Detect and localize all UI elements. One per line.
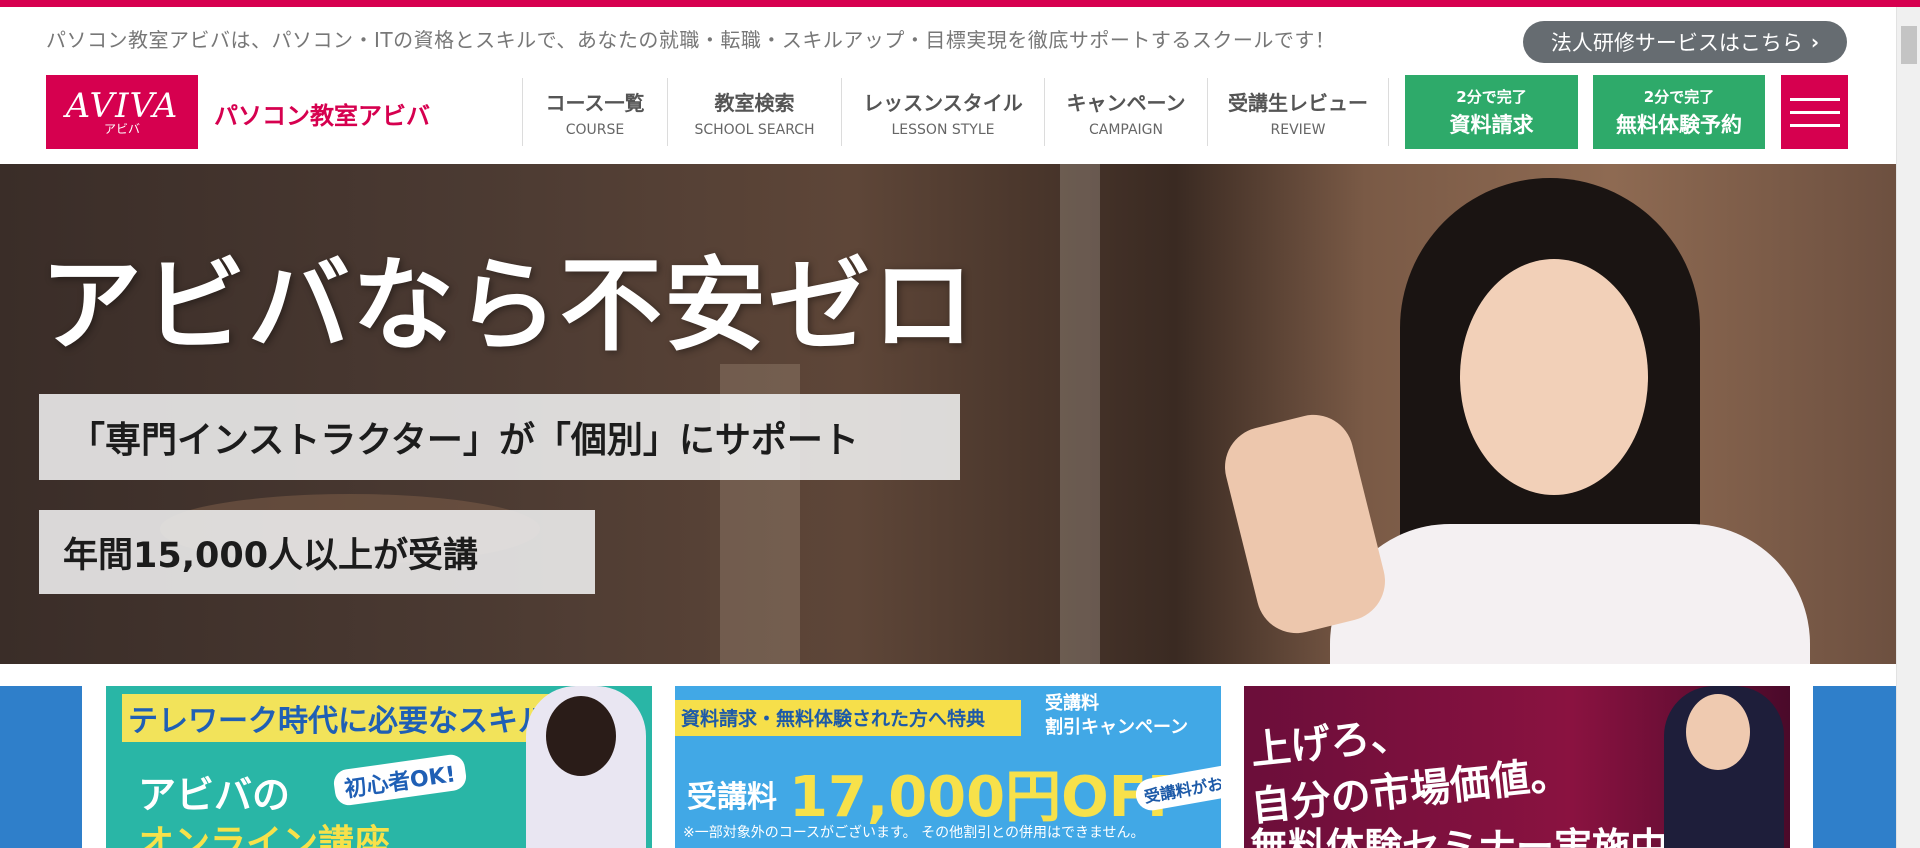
main-navigation: コース一覧 COURSE 教室検索 SCHOOL SEARCH レッスンスタイル…	[522, 78, 1389, 146]
nav-item-review[interactable]: 受講生レビュー REVIEW	[1207, 78, 1389, 146]
nav-label-jp: キャンペーン	[1066, 90, 1186, 115]
campaign-label: 受講料 割引キャンペーン	[1045, 692, 1188, 740]
seminar-line3: 無料体験セミナー実施中!	[1250, 825, 1686, 848]
request-materials-label: 資料請求	[1449, 112, 1534, 137]
request-materials-note: 2分で完了	[1456, 87, 1527, 106]
nav-item-course[interactable]: コース一覧 COURSE	[522, 78, 667, 146]
logo-subtext: アビバ	[103, 121, 140, 136]
beginner-badge: 初心者OK!	[332, 753, 468, 807]
background-pillar	[1060, 164, 1100, 664]
seminar-banner[interactable]: 上げろ、 自分の市場価値。 無料体験セミナー実施中!	[1244, 686, 1790, 848]
nav-label-jp: コース一覧	[545, 90, 645, 115]
nav-item-school-search[interactable]: 教室検索 SCHOOL SEARCH	[667, 78, 841, 146]
carousel-prev-banner[interactable]	[0, 686, 82, 848]
instructor-face	[1460, 259, 1648, 495]
hamburger-menu-icon[interactable]	[1781, 75, 1848, 149]
instructor-hand	[1216, 406, 1394, 642]
corporate-training-button[interactable]: 法人研修サービスはこちら ›	[1523, 21, 1847, 63]
menu-line	[1789, 97, 1840, 101]
corporate-training-label: 法人研修サービスはこちら	[1550, 31, 1803, 55]
price-label: 受講料	[687, 780, 777, 815]
nav-item-campaign[interactable]: キャンペーン CAMPAIGN	[1044, 78, 1207, 146]
nav-label-en: REVIEW	[1270, 121, 1326, 138]
campaign-note: ※一部対象外のコースがございます。 その他割引との併用はできません。	[683, 825, 1145, 841]
site-tagline: パソコン教室アビバは、パソコン・ITの資格とスキルで、あなたの就職・転職・スキル…	[46, 28, 1336, 52]
discount-amount: 17,000円OFF	[789, 765, 1186, 830]
campaign-label-line2: 割引キャンペーン	[1045, 717, 1189, 738]
free-trial-button[interactable]: 2分で完了 無料体験予約	[1593, 75, 1765, 149]
page-scrollbar[interactable]	[1896, 7, 1920, 848]
scrollbar-thumb[interactable]	[1901, 26, 1917, 64]
campaign-headline: 資料請求・無料体験された方へ特典	[681, 708, 986, 730]
nav-label-en: CAMPAIGN	[1088, 121, 1163, 138]
page: パソコン教室アビバは、パソコン・ITの資格とスキルで、あなたの就職・転職・スキル…	[0, 0, 1920, 848]
nav-label-jp: 受講生レビュー	[1228, 90, 1368, 115]
request-materials-button[interactable]: 2分で完了 資料請求	[1405, 75, 1578, 149]
nav-item-lesson-style[interactable]: レッスンスタイル LESSON STYLE	[841, 78, 1044, 146]
chevron-right-icon: ›	[1810, 30, 1820, 54]
hero-student-count: 年間15,000人以上が受講	[39, 510, 595, 594]
nav-label-en: SCHOOL SEARCH	[694, 121, 815, 138]
online-banner-line2: オンライン講座	[138, 823, 391, 848]
menu-line	[1789, 123, 1840, 127]
online-banner-line1: アビバの	[138, 773, 291, 817]
aviva-logo[interactable]: AVIVA アビバ	[46, 75, 198, 149]
nav-label-jp: レッスンスタイル	[863, 90, 1023, 115]
menu-line	[1789, 110, 1840, 114]
instructor-body	[1330, 524, 1810, 664]
online-course-banner[interactable]: テレワーク時代に必要なスキル アビバの 初心者OK! オンライン講座	[106, 686, 652, 848]
hero-banner[interactable]: アビバなら不安ゼロ 「専門インストラクター」が「個別」にサポート 年間15,00…	[0, 164, 1896, 664]
online-banner-person-head	[546, 696, 616, 776]
nav-label-en: COURSE	[565, 121, 625, 138]
campaign-label-line1: 受講料	[1045, 693, 1099, 714]
seminar-banner-person-head	[1686, 694, 1750, 770]
site-name[interactable]: パソコン教室アビバ	[214, 96, 430, 131]
hero-support-message: 「専門インストラクター」が「個別」にサポート	[39, 394, 960, 480]
hero-title: アビバなら不安ゼロ	[40, 247, 976, 366]
carousel-next-banner[interactable]	[1813, 686, 1896, 848]
nav-label-jp: 教室検索	[714, 90, 795, 115]
online-banner-headline: テレワーク時代に必要なスキル	[122, 694, 554, 742]
nav-label-en: LESSON STYLE	[891, 121, 995, 138]
top-accent-bar	[0, 0, 1920, 7]
logo-wordmark: AVIVA	[65, 85, 179, 126]
campaign-banner[interactable]: 資料請求・無料体験された方へ特典 受講料 割引キャンペーン 受講料 17,000…	[675, 686, 1221, 848]
free-trial-note: 2分で完了	[1643, 87, 1715, 106]
free-trial-label: 無料体験予約	[1616, 112, 1742, 137]
